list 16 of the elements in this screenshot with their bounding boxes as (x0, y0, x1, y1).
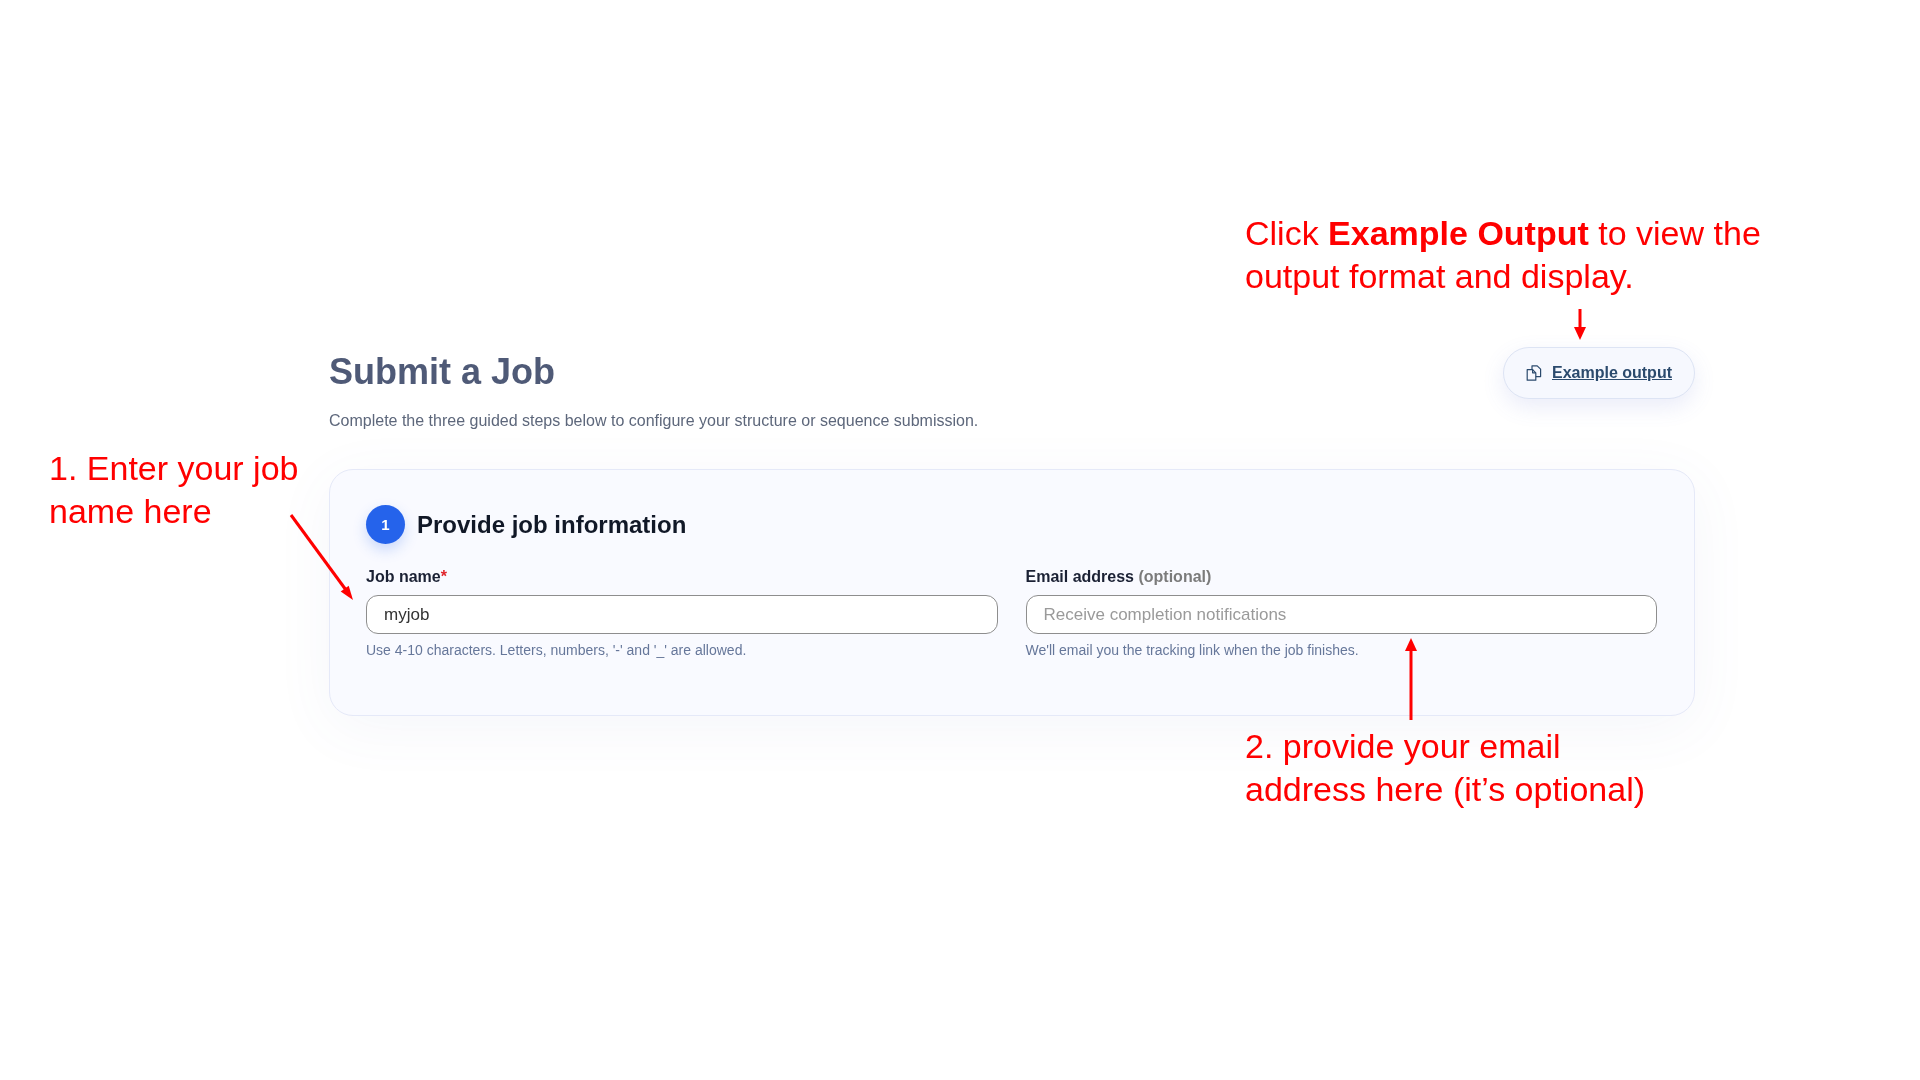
annotation-text: Click Example Output to view the output format and display. (1245, 213, 1762, 297)
annotation-arrow (1574, 309, 1586, 340)
step-number: 1 (366, 505, 405, 544)
step-title: Provide job information (417, 509, 687, 540)
text-field[interactable]: myjob (366, 595, 998, 634)
text-field[interactable]: Receive completion notifications (1025, 595, 1657, 634)
page-title: Submit a Job (329, 350, 557, 394)
annotation-text: 1. Enter your job name here (49, 448, 300, 532)
example-output-button[interactable]: Example output (1503, 347, 1695, 399)
page-subtitle: Complete the three guided steps below to configure your structure or sequence submission. (329, 411, 979, 431)
field-label: Job name* (366, 567, 448, 587)
field-hint: We'll email you the tracking link when the job finishes. (1025, 641, 1360, 659)
copy-icon (1526, 365, 1542, 381)
field-label: Email address (optional) (1025, 567, 1213, 587)
annotation-text: 2. provide your email address here (it’s optional) (1245, 726, 1647, 810)
field-hint: Use 4-10 characters. Letters, numbers, '-' and '_' are allowed. (366, 641, 748, 659)
